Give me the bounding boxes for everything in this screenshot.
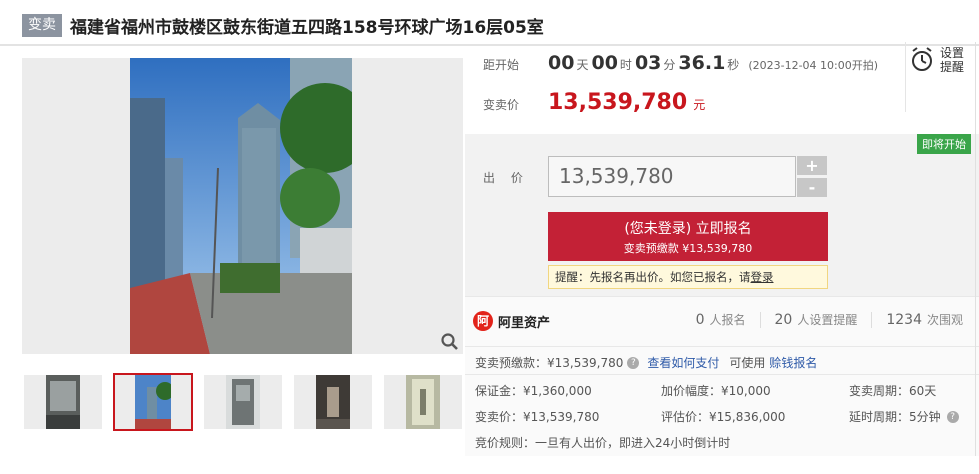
signup-deposit-label: 变卖预缴款 ¥13,539,780 xyxy=(623,242,753,255)
reminder-count-label: 人设置提醒 xyxy=(797,313,858,327)
bid-label: 出 价 xyxy=(483,171,529,185)
bid-increment: 加价幅度：¥10,000 xyxy=(661,384,771,398)
sale-price-detail: 变卖价：¥13,539,780 xyxy=(475,410,600,424)
countdown-minutes: 03 xyxy=(634,52,662,74)
increase-bid-button[interactable]: + xyxy=(797,156,827,175)
thumbnail[interactable] xyxy=(294,375,372,429)
status-badge: 即将开始 xyxy=(917,134,971,154)
reminder-label: 设置提醒 xyxy=(940,46,965,74)
help-icon[interactable]: ? xyxy=(946,410,959,423)
appraisal-price: 评估价：¥15,836,000 xyxy=(661,410,786,424)
title-row: 变卖 福建省福州市鼓楼区鼓东街道五四路158号环球广场16层05室 xyxy=(22,12,544,38)
price-label: 变卖价 xyxy=(483,98,520,112)
main-photo[interactable] xyxy=(22,58,463,354)
thumbnail[interactable] xyxy=(384,375,462,429)
countdown-label: 距开始 xyxy=(483,58,520,72)
page-title: 福建省福州市鼓楼区鼓东街道五四路158号环球广场16层05室 xyxy=(70,17,544,38)
price-unit: 元 xyxy=(693,98,706,112)
seconds-unit: 秒 xyxy=(727,58,740,72)
auction-info: 距开始 00 天 00 时 03 分 36.1 秒 (2023-12-04 10… xyxy=(465,42,979,134)
bid-stepper: + - xyxy=(797,156,828,197)
countdown-row: 距开始 00 天 00 时 03 分 36.1 秒 (2023-12-04 10… xyxy=(483,52,878,74)
extension-period: 延时周期：5分钟 xyxy=(849,410,941,424)
signup-button-label: (您未登录) 立即报名 xyxy=(624,221,752,237)
panel-border xyxy=(975,42,976,456)
reminder-count: 20 xyxy=(774,312,793,328)
extension-period-row: 延时周期：5分钟 ? xyxy=(849,408,967,425)
details-divider xyxy=(465,346,979,347)
thumbnail[interactable] xyxy=(204,375,282,429)
usable-label: 可使用 xyxy=(729,356,766,370)
stat-divider xyxy=(759,311,761,328)
bid-amount-input[interactable]: 13,539,780 xyxy=(548,156,796,197)
street-photo xyxy=(130,58,352,354)
thumbnail[interactable] xyxy=(24,375,102,429)
deposit-amount: 变卖预缴款：¥13,539,780 xyxy=(475,356,624,370)
help-icon[interactable]: ? xyxy=(627,356,640,369)
sale-price: 13,539,780 xyxy=(548,90,688,115)
deposit-row: 变卖预缴款：¥13,539,780 ? 查看如何支付 可使用 赊钱报名 xyxy=(475,354,817,371)
thumbnail-strip xyxy=(22,373,463,433)
start-time-note: (2023-12-04 10:00开拍) xyxy=(748,59,879,72)
set-reminder-button[interactable]: 设置提醒 xyxy=(905,42,979,112)
bid-panel: 即将开始 出 价 13,539,780 + - (您未登录) 立即报名 变卖预缴… xyxy=(465,134,979,296)
ali-logo-icon: 阿 xyxy=(473,311,493,331)
sale-type-tag: 变卖 xyxy=(22,13,62,37)
sale-period: 变卖周期：60天 xyxy=(849,384,937,398)
minutes-unit: 分 xyxy=(663,58,676,72)
credit-signup-link[interactable]: 赊钱报名 xyxy=(769,354,817,371)
price-row: 变卖价 13,539,780 元 xyxy=(483,90,705,115)
bid-rule: 竞价规则：一旦有人出价，即进入24小时倒计时 xyxy=(475,436,731,450)
countdown-seconds: 36.1 xyxy=(678,52,726,74)
login-hint: 提醒：先报名再出价。如您已报名，请登录 xyxy=(548,265,828,289)
stat-divider xyxy=(871,311,873,328)
thumbnail-active[interactable] xyxy=(113,373,193,431)
countdown-days: 00 xyxy=(548,52,575,74)
alarm-clock-icon xyxy=(912,47,932,71)
signup-count-label: 人报名 xyxy=(709,313,746,327)
hint-text: 提醒：先报名再出价。如您已报名，请 xyxy=(555,270,751,284)
hours-unit: 时 xyxy=(619,58,632,72)
decrease-bid-button[interactable]: - xyxy=(797,178,827,197)
how-to-pay-link[interactable]: 查看如何支付 xyxy=(647,354,719,371)
countdown-hours: 00 xyxy=(591,52,618,74)
days-unit: 天 xyxy=(576,58,589,72)
ali-assets-logo: 阿 阿里资产 xyxy=(473,311,550,331)
details-divider xyxy=(465,374,979,375)
login-link[interactable]: 登录 xyxy=(751,270,774,284)
view-count-label: 次围观 xyxy=(926,313,963,327)
guarantee-deposit: 保证金：¥1,360,000 xyxy=(475,384,592,398)
view-count: 1234 xyxy=(886,312,922,328)
stats-bar: 0 人报名 20 人设置提醒 1234 次围观 xyxy=(696,311,963,328)
platform-name: 阿里资产 xyxy=(498,315,551,331)
auction-details: 阿 阿里资产 0 人报名 20 人设置提醒 1234 次围观 变卖预缴款：¥13… xyxy=(465,296,979,456)
signup-count: 0 xyxy=(695,312,705,328)
signup-button[interactable]: (您未登录) 立即报名 变卖预缴款 ¥13,539,780 xyxy=(548,212,828,261)
zoom-icon[interactable] xyxy=(440,332,460,352)
